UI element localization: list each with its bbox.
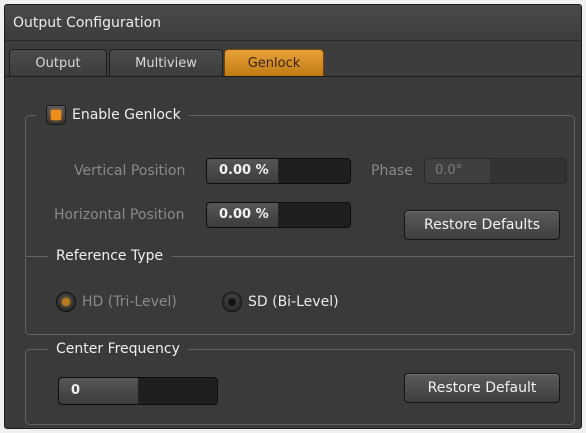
horizontal-position-label: Horizontal Position — [54, 207, 185, 223]
tab-bar: Output Multiview Genlock — [9, 49, 581, 76]
center-frequency-label: Center Frequency — [48, 340, 188, 358]
tab-multiview[interactable]: Multiview — [109, 49, 223, 76]
hd-tri-level-radio-dot — [62, 298, 70, 306]
enable-genlock-label: Enable Genlock — [72, 107, 181, 123]
phase-field[interactable]: 0.0° — [424, 158, 567, 184]
sd-bi-level-label: SD (Bi-Level) — [248, 294, 339, 310]
sd-bi-level-radio-dot — [228, 298, 236, 306]
genlock-group: Enable Genlock Vertical Position 0.00 % … — [25, 105, 575, 335]
reference-type-label: Reference Type — [48, 247, 172, 265]
center-frequency-field[interactable]: 0 — [58, 377, 218, 405]
tab-output[interactable]: Output — [9, 49, 107, 76]
sd-bi-level-radio[interactable] — [222, 292, 242, 312]
output-configuration-panel: Output Configuration Output Multiview Ge… — [4, 4, 582, 429]
tab-genlock[interactable]: Genlock — [224, 49, 324, 76]
phase-value: 0.0° — [435, 163, 463, 178]
enable-genlock-checkbox[interactable] — [46, 105, 66, 125]
phase-label: Phase — [371, 163, 413, 179]
horizontal-position-field[interactable]: 0.00 % — [206, 202, 351, 228]
panel-title: Output Configuration — [5, 5, 581, 41]
vertical-position-field[interactable]: 0.00 % — [206, 158, 351, 184]
center-frequency-group: Center Frequency 0 Restore Default — [25, 340, 575, 425]
hd-tri-level-radio[interactable] — [56, 292, 76, 312]
center-frequency-value: 0 — [71, 383, 81, 398]
restore-default-button[interactable]: Restore Default — [404, 373, 560, 403]
genlock-tab-content: Enable Genlock Vertical Position 0.00 % … — [5, 76, 581, 428]
hd-tri-level-label: HD (Tri-Level) — [82, 294, 177, 310]
restore-defaults-button[interactable]: Restore Defaults — [404, 210, 560, 240]
horizontal-position-value: 0.00 % — [219, 207, 269, 222]
vertical-position-value: 0.00 % — [219, 163, 269, 178]
vertical-position-label: Vertical Position — [74, 163, 186, 179]
